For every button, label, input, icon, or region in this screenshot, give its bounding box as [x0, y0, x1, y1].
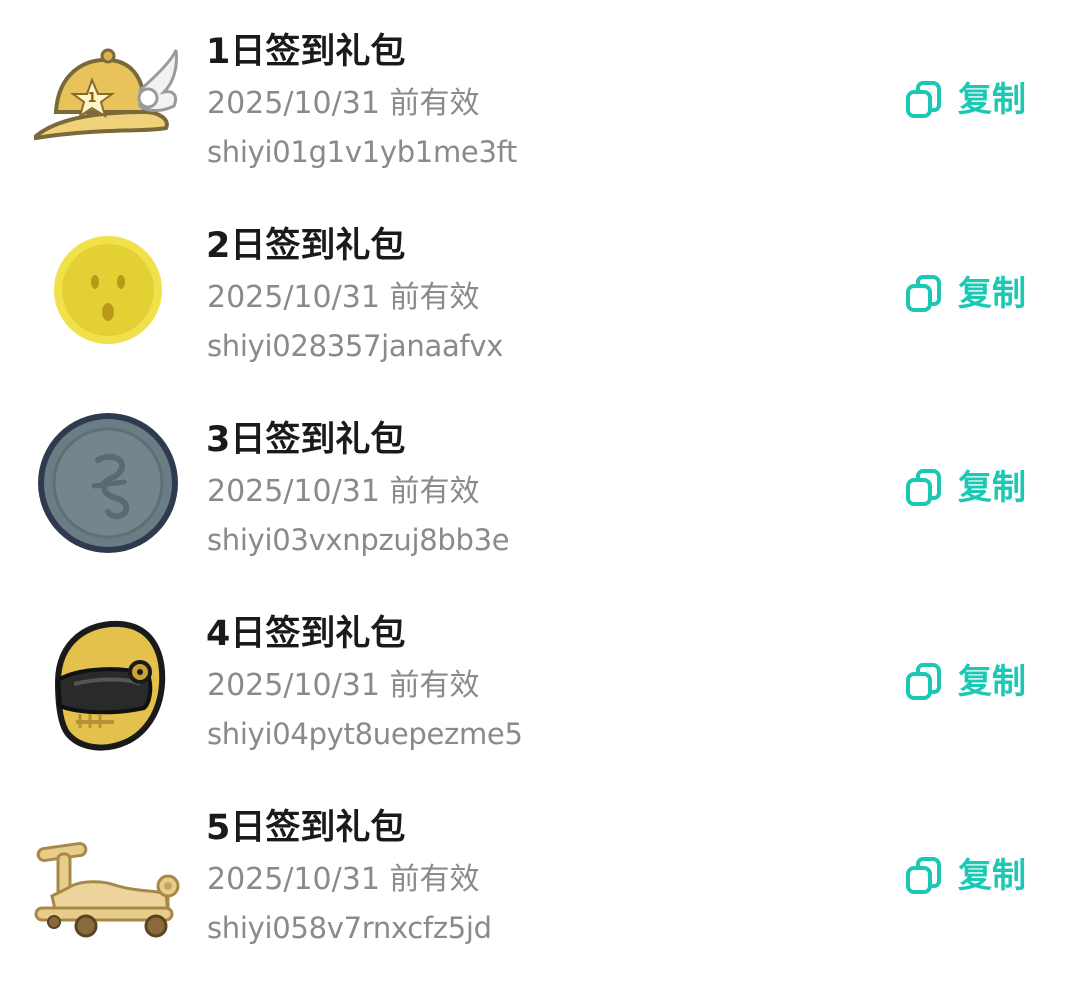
item-expiry: 2025/10/31 前有效	[207, 280, 480, 315]
item-title: 3日签到礼包	[206, 420, 406, 460]
scooter-icon	[28, 796, 188, 946]
copy-label: 复制	[958, 468, 1026, 508]
item-title: 5日签到礼包	[206, 808, 406, 848]
copy-button[interactable]: 复制	[904, 660, 1026, 704]
winged-cap-icon: 1	[28, 20, 188, 170]
list-item: 3日签到礼包 2025/10/31 前有效 shiyi03vxnpzuj8bb3…	[0, 388, 1068, 582]
list-item: 2日签到礼包 2025/10/31 前有效 shiyi028357janaafv…	[0, 194, 1068, 388]
item-expiry: 2025/10/31 前有效	[207, 474, 480, 509]
item-expiry: 2025/10/31 前有效	[207, 86, 480, 121]
gift-code: shiyi04pyt8uepezme5	[207, 717, 523, 751]
item-title: 4日签到礼包	[206, 614, 406, 654]
gold-face-coin-icon	[28, 214, 188, 364]
list-item: 5日签到礼包 2025/10/31 前有效 shiyi058v7rnxcfz5j…	[0, 776, 1068, 970]
copy-icon	[906, 81, 941, 118]
copy-label: 复制	[958, 856, 1026, 896]
gift-pack-list: 1 1日签到礼包 2025/10/31 前有效 shiyi01g1v1yb1me…	[0, 0, 1068, 984]
copy-button[interactable]: 复制	[904, 466, 1026, 510]
copy-button[interactable]: 复制	[904, 78, 1026, 122]
gray-coin-icon	[28, 408, 188, 558]
item-expiry: 2025/10/31 前有效	[207, 862, 480, 897]
item-expiry: 2025/10/31 前有效	[207, 668, 480, 703]
copy-button[interactable]: 复制	[904, 272, 1026, 316]
copy-label: 复制	[958, 80, 1026, 120]
svg-text:1: 1	[87, 91, 96, 106]
gift-code: shiyi01g1v1yb1me3ft	[207, 135, 518, 169]
gift-code: shiyi028357janaafvx	[207, 329, 504, 363]
list-item: 4日签到礼包 2025/10/31 前有效 shiyi04pyt8uepezme…	[0, 582, 1068, 776]
copy-icon	[906, 469, 941, 506]
motorcycle-helmet-icon	[28, 602, 188, 752]
copy-icon	[906, 857, 941, 894]
item-title: 2日签到礼包	[206, 226, 406, 266]
copy-icon	[906, 663, 941, 700]
gift-code: shiyi058v7rnxcfz5jd	[207, 911, 492, 945]
copy-button[interactable]: 复制	[904, 854, 1026, 898]
item-title: 1日签到礼包	[206, 32, 406, 72]
copy-icon	[906, 275, 941, 312]
copy-label: 复制	[958, 274, 1026, 314]
gift-code: shiyi03vxnpzuj8bb3e	[207, 523, 510, 557]
copy-label: 复制	[958, 662, 1026, 702]
list-item: 1 1日签到礼包 2025/10/31 前有效 shiyi01g1v1yb1me…	[0, 0, 1068, 194]
